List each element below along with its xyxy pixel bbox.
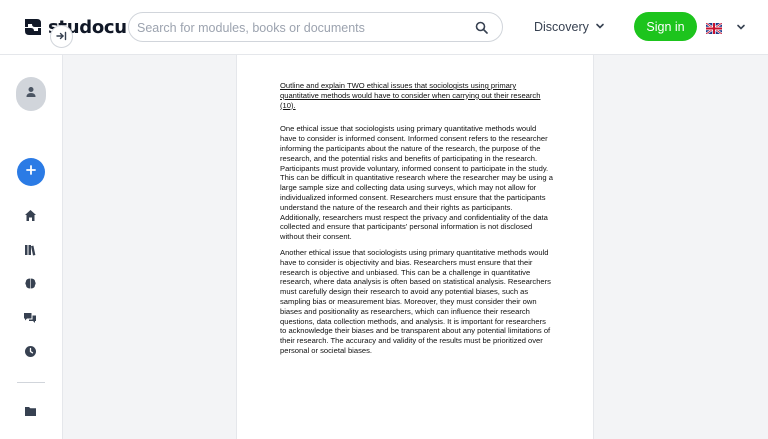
search-input[interactable] xyxy=(137,19,467,37)
sidebar-item-recent[interactable] xyxy=(22,346,38,362)
sidebar-item-folder[interactable] xyxy=(22,405,38,421)
brain-icon xyxy=(24,277,37,295)
studocu-logo-icon xyxy=(22,16,44,38)
home-icon xyxy=(24,209,37,227)
document-paragraph: One ethical issue that sociologists usin… xyxy=(280,124,553,242)
library-icon xyxy=(24,243,37,261)
chat-icon xyxy=(23,311,37,329)
sign-in-button[interactable]: Sign in xyxy=(634,12,697,41)
folder-icon xyxy=(24,404,37,422)
clock-icon xyxy=(24,345,37,363)
user-icon xyxy=(25,85,37,103)
document-question: Outline and explain TWO ethical issues t… xyxy=(280,81,541,110)
chevron-down-icon xyxy=(736,19,746,37)
sidebar-divider xyxy=(17,382,45,383)
sidebar-item-ai[interactable] xyxy=(22,278,38,294)
top-bar: studocu Discovery Sign in xyxy=(0,0,768,55)
avatar[interactable] xyxy=(16,77,46,111)
sidebar-item-library[interactable] xyxy=(22,244,38,260)
studocu-logo[interactable]: studocu xyxy=(22,14,127,40)
document-viewer: Outline and explain TWO ethical issues t… xyxy=(236,55,594,439)
sidebar xyxy=(0,55,63,439)
document-page: Outline and explain TWO ethical issues t… xyxy=(280,81,554,362)
search-icon[interactable] xyxy=(475,21,488,34)
discovery-label: Discovery xyxy=(534,20,589,34)
sidebar-item-chat[interactable] xyxy=(22,312,38,328)
plus-icon xyxy=(25,163,37,181)
add-button[interactable] xyxy=(17,158,45,186)
expand-sidebar-button[interactable] xyxy=(50,25,73,48)
document-paragraph: Another ethical issue that sociologists … xyxy=(280,247,551,355)
expand-sidebar-icon xyxy=(56,28,67,46)
search-bar xyxy=(128,12,503,42)
chevron-down-icon xyxy=(595,20,605,34)
sidebar-item-home[interactable] xyxy=(22,210,38,226)
discovery-menu[interactable]: Discovery xyxy=(534,18,605,36)
uk-flag-icon xyxy=(706,22,722,34)
language-selector[interactable] xyxy=(706,19,746,37)
